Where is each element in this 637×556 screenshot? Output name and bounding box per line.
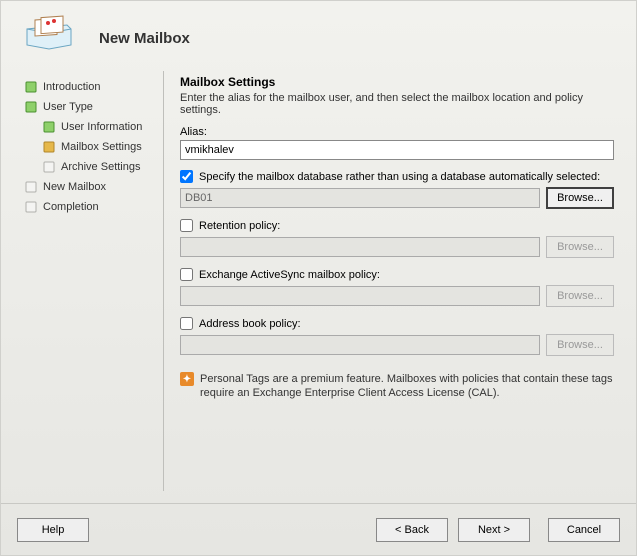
wizard-title: New Mailbox bbox=[99, 30, 190, 47]
abp-checkbox-label: Address book policy: bbox=[199, 318, 301, 330]
back-button[interactable]: < Back bbox=[376, 518, 448, 542]
warning-icon: ✦ bbox=[180, 372, 194, 386]
nav-item-label: User Type bbox=[43, 101, 93, 113]
db-input bbox=[180, 188, 540, 208]
wizard-content: Mailbox Settings Enter the alias for the… bbox=[163, 71, 624, 491]
wizard-footer: Help < Back Next > Cancel bbox=[1, 503, 636, 555]
step-done-icon bbox=[25, 81, 37, 93]
section-heading: Mailbox Settings bbox=[180, 75, 614, 89]
step-done-icon bbox=[25, 101, 37, 113]
retention-checkbox-label: Retention policy: bbox=[199, 220, 280, 232]
eas-checkbox-label: Exchange ActiveSync mailbox policy: bbox=[199, 269, 380, 281]
wizard-dialog: New Mailbox Introduction User Type User In… bbox=[0, 0, 637, 556]
wizard-sidebar: Introduction User Type User Information Mai… bbox=[13, 71, 163, 491]
db-checkbox-label: Specify the mailbox database rather than… bbox=[199, 171, 600, 183]
abp-browse-button: Browse... bbox=[546, 334, 614, 356]
next-button[interactable]: Next > bbox=[458, 518, 530, 542]
wizard-header: New Mailbox bbox=[1, 1, 636, 71]
nav-item-label: User Information bbox=[61, 121, 142, 133]
step-pending-icon bbox=[25, 201, 37, 213]
nav-item-user-information[interactable]: User Information bbox=[25, 117, 159, 137]
step-current-icon bbox=[43, 141, 55, 153]
alias-label: Alias: bbox=[180, 126, 614, 138]
nav-item-mailbox-settings[interactable]: Mailbox Settings bbox=[25, 137, 159, 157]
nav-item-introduction[interactable]: Introduction bbox=[25, 77, 159, 97]
retention-browse-button: Browse... bbox=[546, 236, 614, 258]
abp-checkbox[interactable] bbox=[180, 317, 193, 330]
eas-checkbox[interactable] bbox=[180, 268, 193, 281]
mailbox-icon bbox=[21, 15, 81, 61]
nav-item-label: New Mailbox bbox=[43, 181, 106, 193]
db-checkbox[interactable] bbox=[180, 170, 193, 183]
eas-browse-button: Browse... bbox=[546, 285, 614, 307]
db-browse-button[interactable]: Browse... bbox=[546, 187, 614, 209]
nav-item-archive-settings[interactable]: Archive Settings bbox=[25, 157, 159, 177]
abp-input bbox=[180, 335, 540, 355]
step-pending-icon bbox=[25, 181, 37, 193]
help-button[interactable]: Help bbox=[17, 518, 89, 542]
step-done-icon bbox=[43, 121, 55, 133]
retention-checkbox[interactable] bbox=[180, 219, 193, 232]
nav-item-completion[interactable]: Completion bbox=[25, 197, 159, 217]
nav-item-new-mailbox[interactable]: New Mailbox bbox=[25, 177, 159, 197]
nav-item-label: Completion bbox=[43, 201, 99, 213]
nav-item-user-type[interactable]: User Type bbox=[25, 97, 159, 117]
wizard-body: Introduction User Type User Information Mai… bbox=[1, 71, 636, 491]
nav-item-label: Introduction bbox=[43, 81, 100, 93]
nav-item-label: Archive Settings bbox=[61, 161, 140, 173]
premium-note: Personal Tags are a premium feature. Mai… bbox=[200, 372, 614, 401]
nav-item-label: Mailbox Settings bbox=[61, 141, 142, 153]
step-pending-icon bbox=[43, 161, 55, 173]
section-description: Enter the alias for the mailbox user, an… bbox=[180, 92, 614, 116]
eas-input bbox=[180, 286, 540, 306]
retention-input bbox=[180, 237, 540, 257]
alias-input[interactable] bbox=[180, 140, 614, 160]
cancel-button[interactable]: Cancel bbox=[548, 518, 620, 542]
